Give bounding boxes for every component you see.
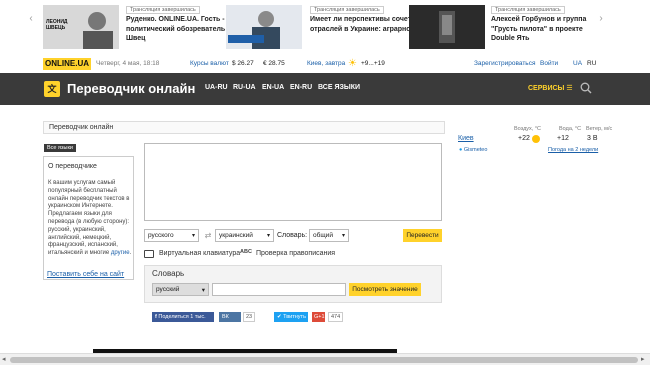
all-languages-tag[interactable]: Все языки [44,144,76,152]
chevron-down-icon: ▾ [266,233,270,239]
chevron-right-icon[interactable]: › [596,12,606,26]
search-icon[interactable] [580,82,592,94]
chevron-down-icon: ▾ [191,233,195,239]
breadcrumb-label: Переводчик онлайн [49,124,114,131]
target-language-select[interactable]: украинский ▾ [215,229,274,242]
chevron-down-icon: ▾ [201,287,205,294]
news-item[interactable]: ЛЕОНИД ШВЕЦЬ Трансляция завершилась Руде… [43,5,253,49]
hamburger-icon: ☰ [566,85,573,92]
dictionary-word-input[interactable] [212,283,346,296]
spellcheck-link[interactable]: Проверка правописания [256,250,335,257]
main-header: 文 Переводчик онлайн UA-RU RU-UA EN-UA EN… [0,73,650,105]
about-panel: О переводчике К вашим услугам самый попу… [43,156,134,280]
water-temp-header: Вода, °C [559,126,582,132]
gismeteo-icon: ● [459,147,463,153]
google-plus-button[interactable]: G+1 [312,312,325,322]
air-temp-header: Воздух, °C [514,126,542,132]
about-title: О переводчике [48,163,97,170]
scrollbar-thumb[interactable] [10,357,638,363]
site-logo[interactable]: ONLINE.UA [43,58,91,70]
chevron-left-icon[interactable]: ‹ [26,12,36,26]
swap-languages-icon[interactable]: ⇄ [203,231,213,240]
facebook-share-button[interactable]: f Поделиться 1 тыс. [152,312,214,322]
air-temp-value: +22 [518,135,530,142]
add-to-site-link[interactable]: Поставить себе на сайт [47,271,124,278]
source-language-select[interactable]: русского ▾ [144,229,199,242]
lookup-meaning-button[interactable]: Посмотреть значение [349,283,421,296]
more-languages-link[interactable]: другие [111,250,130,256]
lang-ru-link[interactable]: RU [587,60,596,67]
live-tag: Трансляция завершилась [491,6,565,14]
source-language-value: русского [148,232,174,239]
translator-logo-icon[interactable]: 文 [44,81,60,97]
news-thumbnail [409,5,485,49]
gismeteo-label: Gismeteo [463,147,488,153]
weather-link[interactable]: Киев, завтра [307,60,345,67]
register-link[interactable]: Зарегистрироваться [474,60,535,67]
google-plus-count: 474 [328,312,344,322]
translate-button[interactable]: Перевести [403,229,442,242]
news-thumbnail: ЛЕОНИД ШВЕЦЬ [43,5,119,49]
rates-link[interactable]: Курсы валют [190,60,229,67]
stage-photo-icon [409,5,485,49]
dictionary-value: общий [313,232,333,239]
news-thumbnail [226,5,302,49]
top-bar: ONLINE.UA Четверг, 4 мая, 18:18 Курсы ва… [0,55,650,73]
tab-en-ru[interactable]: EN-RU [290,84,312,91]
dictionary-label: Словарь: [277,232,308,239]
eur-rate: € 28.75 [263,60,285,67]
keyboard-icon[interactable] [144,250,154,258]
login-link[interactable]: Войти [540,60,558,67]
tab-en-ua[interactable]: EN-UA [262,84,284,91]
news-thumb-label: ЛЕОНИД ШВЕЦЬ [46,19,68,31]
twitter-share-label: Твитнуть [283,314,306,320]
horizontal-scrollbar[interactable]: ◂ ▸ [0,353,650,365]
services-menu[interactable]: СЕРВИСЫ ☰ [528,84,573,92]
dictionary-language-select[interactable]: русский ▾ [152,283,209,296]
page-title[interactable]: Переводчик онлайн [67,81,195,96]
weather-city-link[interactable]: Киев [458,135,474,142]
dictionary-select[interactable]: общий ▾ [309,229,349,242]
tab-ua-ru[interactable]: UA-RU [205,84,228,91]
twitter-share-button[interactable]: ✔ Твитнуть [274,312,308,322]
usd-rate: $ 26.27 [232,60,254,67]
facebook-share-label: Поделиться 1 тыс. [158,314,206,320]
tab-all-languages[interactable]: ВСЕ ЯЗЫКИ [318,84,360,91]
tab-ru-ua[interactable]: RU-UA [233,84,256,91]
breadcrumb: Переводчик онлайн [43,121,445,134]
gismeteo-link[interactable]: ● Gismeteo [459,147,487,153]
water-temp-value: +12 [557,135,569,142]
news-title[interactable]: Алексей Горбунов и группа "Грусть пилота… [491,15,596,44]
news-strip: ‹ ЛЕОНИД ШВЕЦЬ Трансляция завершилась Ру… [0,0,650,53]
wind-value: 3 В [587,135,598,142]
person-photo-icon [226,5,302,49]
lang-ua-link[interactable]: UA [573,60,582,67]
virtual-keyboard-link[interactable]: Виртуальная клавиатура [159,250,240,257]
about-body: К вашим услугам самый популярный бесплат… [48,180,130,257]
live-tag: Трансляция завершилась [126,6,200,14]
dictionary-language-value: русский [156,286,180,293]
source-text-input[interactable] [144,143,442,221]
scroll-right-icon[interactable]: ▸ [641,355,645,363]
two-week-forecast-link[interactable]: Погода на 2 недели [548,147,598,153]
news-item[interactable]: Трансляция завершилась Имеет ли перспект… [226,5,445,49]
scroll-left-icon[interactable]: ◂ [2,355,6,363]
target-language-value: украинский [219,232,253,239]
weather-temp: +9...+19 [361,60,385,67]
dictionary-panel: Словарь русский ▾ Посмотреть значение [144,265,442,303]
vk-share-count: 23 [243,312,256,322]
chevron-down-icon: ▾ [341,233,345,239]
current-date: Четверг, 4 мая, 18:18 [96,60,160,67]
wind-header: Ветер, м/с [586,126,613,132]
dictionary-title: Словарь [152,269,185,278]
sun-icon [532,135,540,143]
about-text: К вашим услугам самый популярный бесплат… [48,180,132,257]
spellcheck-icon[interactable]: ABC [240,249,252,255]
sun-icon: ☀ [348,58,357,69]
services-label: СЕРВИСЫ [528,85,565,92]
live-tag: Трансляция завершилась [310,6,384,14]
vk-share-button[interactable]: ВК [219,312,241,322]
news-item[interactable]: Трансляция завершилась Алексей Горбунов … [409,5,594,49]
